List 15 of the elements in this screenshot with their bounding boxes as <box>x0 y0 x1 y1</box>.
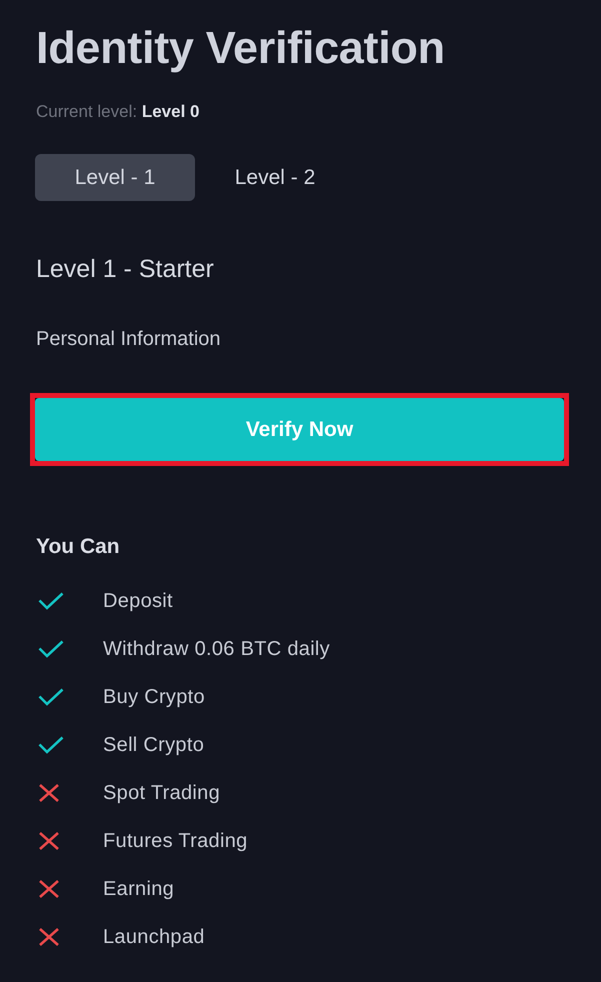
permission-label: Spot Trading <box>103 782 220 804</box>
page-title: Identity Verification <box>35 22 446 74</box>
requirement-text: Personal Information <box>35 327 222 352</box>
permission-label: Sell Crypto <box>103 734 204 756</box>
level-tab[interactable]: Level - 1 <box>35 154 195 201</box>
permission-label: Withdraw 0.06 BTC daily <box>103 638 330 660</box>
level-title: Level 1 - Starter <box>35 254 215 284</box>
permission-label: Buy Crypto <box>103 686 205 708</box>
permission-label: Deposit <box>103 590 173 612</box>
section-heading: You Can <box>35 534 121 560</box>
current-level-text: Current level: Level 0 <box>35 101 200 123</box>
permission-label: Futures Trading <box>103 830 248 852</box>
permission-label: Launchpad <box>103 926 205 948</box>
level-tab[interactable]: Level - 2 <box>195 154 355 201</box>
permission-label: Earning <box>103 878 174 900</box>
